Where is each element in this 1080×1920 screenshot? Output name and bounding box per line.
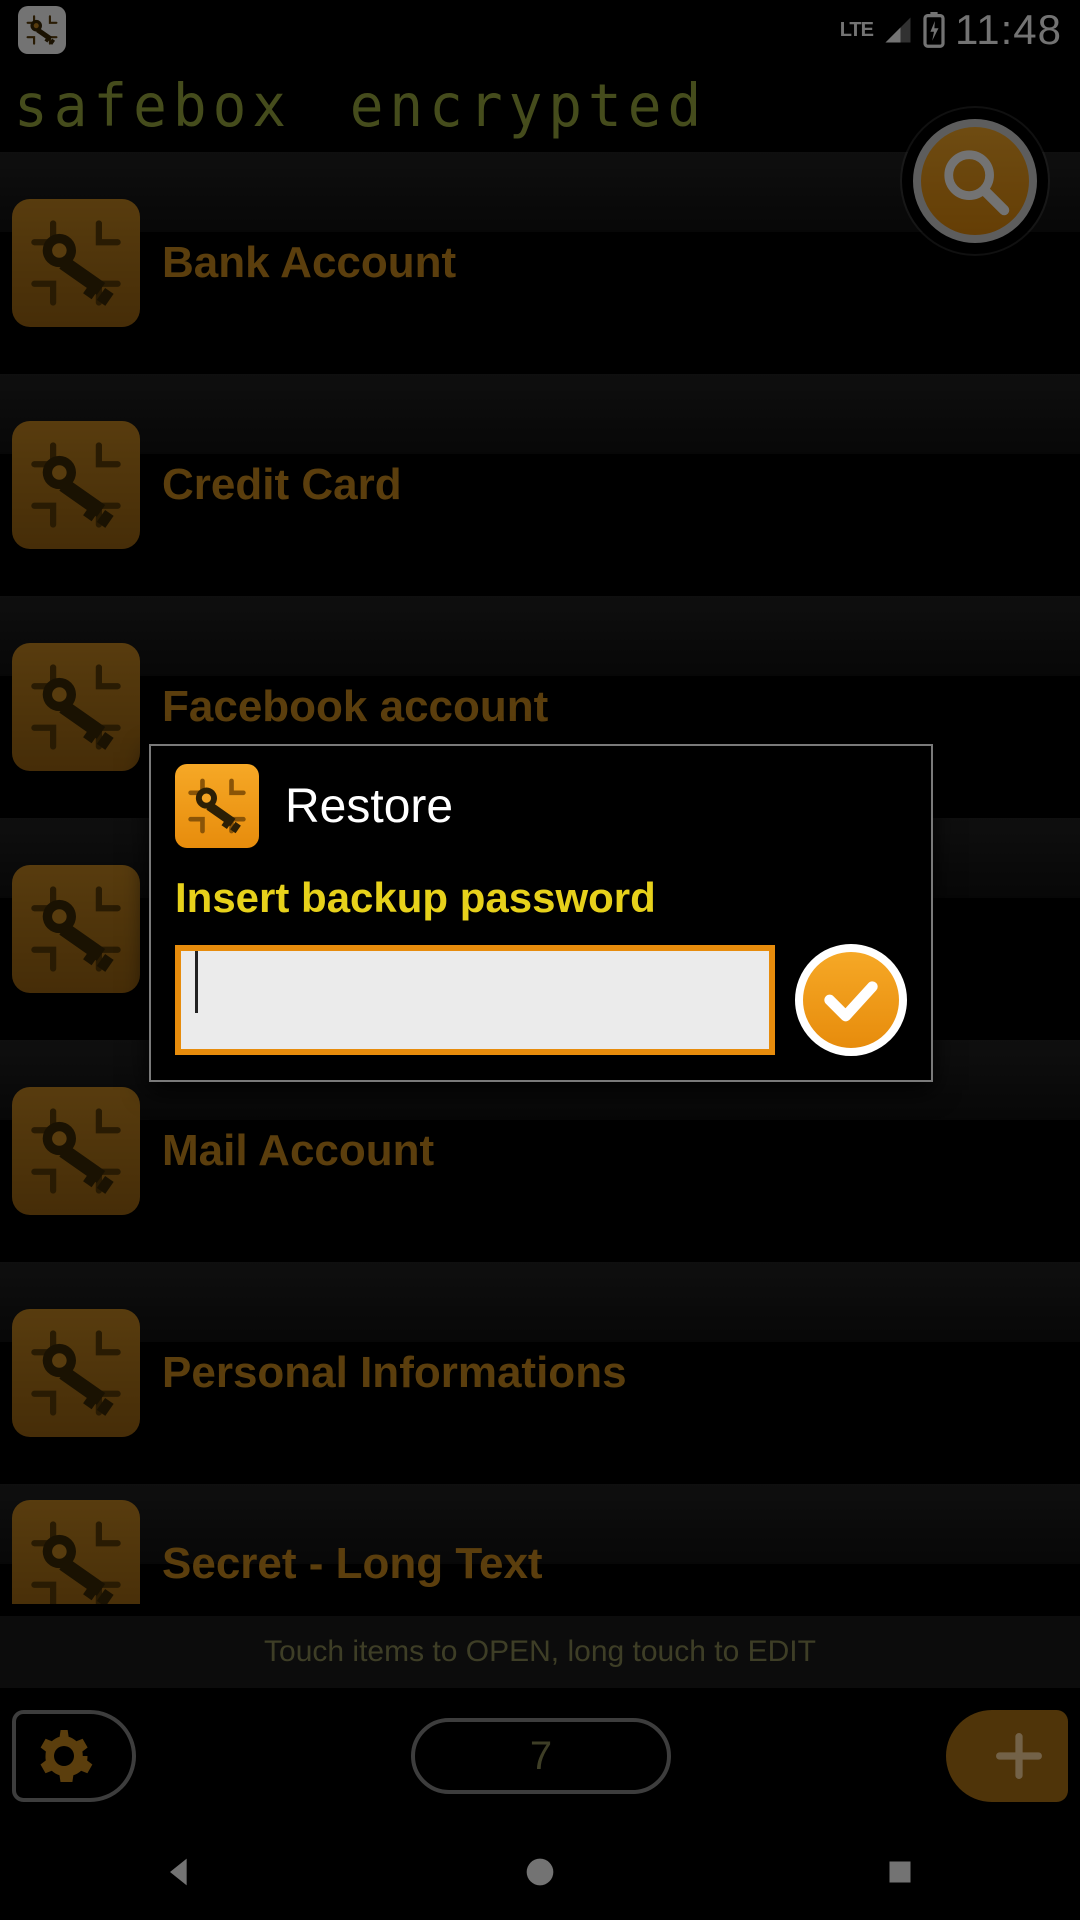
confirm-button[interactable] [795, 944, 907, 1056]
text-cursor [195, 951, 198, 1013]
backup-password-input[interactable] [175, 945, 775, 1055]
key-icon [175, 764, 259, 848]
check-icon [819, 968, 883, 1032]
dialog-label: Insert backup password [175, 874, 907, 922]
dialog-title: Restore [285, 779, 453, 834]
restore-dialog: Restore Insert backup password [149, 744, 933, 1082]
